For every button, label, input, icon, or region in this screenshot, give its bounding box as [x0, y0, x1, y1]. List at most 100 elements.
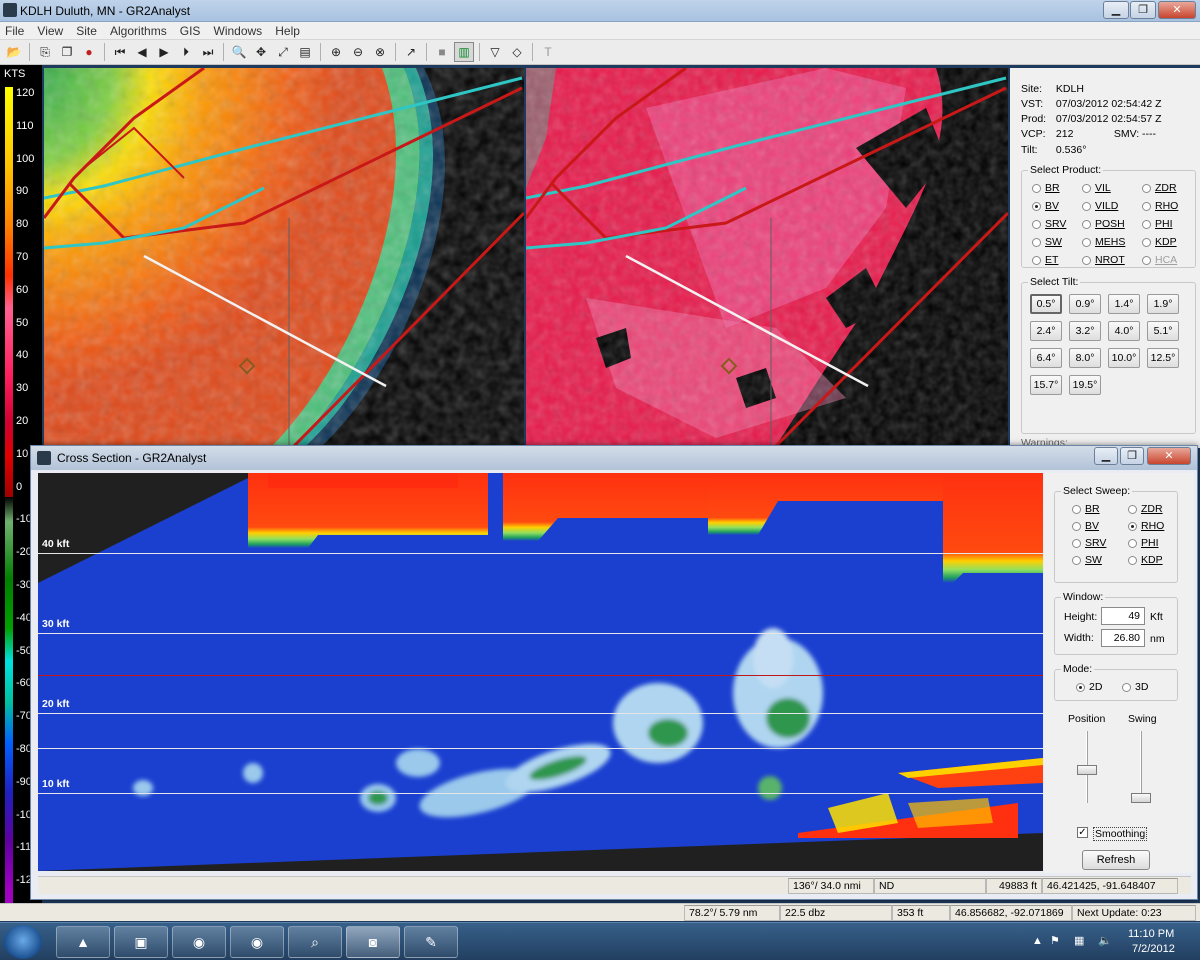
product-radio-phi[interactable]: PHI: [1142, 218, 1173, 230]
first-frame-icon[interactable]: ⏮: [110, 42, 130, 62]
sweep-radio-phi[interactable]: PHI: [1128, 537, 1159, 549]
tray-arrow-icon[interactable]: ▲: [1032, 935, 1043, 947]
cross-section-plot[interactable]: 40 kft 30 kft 20 kft 10 kft: [38, 473, 1043, 871]
radar-view-velocity[interactable]: [44, 68, 524, 446]
sweep-radio-bv[interactable]: BV: [1072, 520, 1099, 532]
tilt-button[interactable]: 3.2°: [1069, 321, 1101, 341]
product-radio-mehs[interactable]: MEHS: [1082, 236, 1125, 248]
mode-3d-radio[interactable]: 3D: [1122, 681, 1148, 693]
minimize-icon[interactable]: ▁: [1103, 1, 1129, 19]
menu-gis[interactable]: GIS: [175, 22, 206, 40]
pan-icon[interactable]: ✥: [251, 42, 271, 62]
zoom-out-icon[interactable]: ⊖: [348, 42, 368, 62]
height-input[interactable]: 49: [1101, 607, 1145, 625]
zoom-icon[interactable]: 🔍: [229, 42, 249, 62]
open-icon[interactable]: 📂: [4, 42, 24, 62]
layers-icon[interactable]: ▤: [295, 42, 315, 62]
refresh-button[interactable]: Refresh: [1082, 850, 1150, 870]
tilt-button[interactable]: 6.4°: [1030, 348, 1062, 368]
menu-algorithms[interactable]: Algorithms: [105, 22, 172, 40]
measure-icon[interactable]: ⤢: [273, 42, 293, 62]
menu-view[interactable]: View: [32, 22, 68, 40]
position-slider-thumb[interactable]: [1077, 765, 1097, 775]
product-radio-nrot[interactable]: NROT: [1082, 254, 1125, 266]
close-icon[interactable]: ✕: [1147, 447, 1191, 465]
flag-icon[interactable]: ⚑: [1050, 934, 1060, 947]
product-radio-srv[interactable]: SRV: [1032, 218, 1066, 230]
play-icon[interactable]: ▶: [154, 42, 174, 62]
tilt-button[interactable]: 1.4°: [1108, 294, 1140, 314]
swing-slider-thumb[interactable]: [1131, 793, 1151, 803]
maximize-icon[interactable]: ❐: [1130, 1, 1156, 19]
sweep-radio-br[interactable]: BR: [1072, 503, 1100, 515]
sweep-radio-rho[interactable]: RHO: [1128, 520, 1164, 532]
smoothing-checkbox[interactable]: ✓: [1077, 827, 1088, 838]
menu-site[interactable]: Site: [71, 22, 102, 40]
sweep-radio-srv[interactable]: SRV: [1072, 537, 1106, 549]
product-radio-bv[interactable]: BV: [1032, 200, 1059, 212]
tilt-button[interactable]: 4.0°: [1108, 321, 1140, 341]
product-radio-vil[interactable]: VIL: [1082, 182, 1111, 194]
sweep-radio-zdr[interactable]: ZDR: [1128, 503, 1163, 515]
zoom-in-icon[interactable]: ⊕: [326, 42, 346, 62]
menu-windows[interactable]: Windows: [209, 22, 268, 40]
sweep-radio-sw[interactable]: SW: [1072, 554, 1102, 566]
product-radio-kdp[interactable]: KDP: [1142, 236, 1177, 248]
next-frame-icon[interactable]: ⏵: [176, 42, 196, 62]
product-radio-sw[interactable]: SW: [1032, 236, 1062, 248]
firefox-icon[interactable]: ◉: [230, 926, 284, 958]
start-button[interactable]: [4, 925, 42, 959]
prev-frame-icon[interactable]: ◀: [132, 42, 152, 62]
product-radio-et[interactable]: ET: [1032, 254, 1058, 266]
width-input[interactable]: 26.80: [1101, 629, 1145, 647]
firefox-icon[interactable]: ◉: [172, 926, 226, 958]
product-radio-br[interactable]: BR: [1032, 182, 1060, 194]
tilt-button[interactable]: 8.0°: [1069, 348, 1101, 368]
paint-icon[interactable]: ✎: [404, 926, 458, 958]
record-icon[interactable]: ●: [79, 42, 99, 62]
zoom-reset-icon[interactable]: ⊗: [370, 42, 390, 62]
tilt-button[interactable]: 0.5°: [1030, 294, 1062, 314]
tilt-button[interactable]: 2.4°: [1030, 321, 1062, 341]
gr2analyst-icon[interactable]: ◙: [346, 926, 400, 958]
product-radio-posh[interactable]: POSH: [1082, 218, 1125, 230]
product-radio-rho[interactable]: RHO: [1142, 200, 1178, 212]
menu-help[interactable]: Help: [270, 22, 305, 40]
product-radio-hca[interactable]: HCA: [1142, 254, 1177, 266]
sweep-radio-kdp[interactable]: KDP: [1128, 554, 1163, 566]
tilt-button[interactable]: 10.0°: [1108, 348, 1140, 368]
tilt-button[interactable]: 19.5°: [1069, 375, 1101, 395]
smoothing-label[interactable]: Smoothing: [1093, 827, 1148, 841]
text-icon[interactable]: T: [538, 42, 558, 62]
app-icon[interactable]: ▲: [56, 926, 110, 958]
explorer-icon[interactable]: ▣: [114, 926, 168, 958]
maximize-icon[interactable]: ❐: [1120, 447, 1144, 465]
tilt-button[interactable]: 1.9°: [1147, 294, 1179, 314]
product-radio-vild[interactable]: VILD: [1082, 200, 1118, 212]
smv-label: SMV:: [1113, 128, 1140, 140]
prod-row: Prod: 07/03/2012 02:54:57 Z: [1021, 113, 1162, 125]
search-icon[interactable]: ⌕: [288, 926, 342, 958]
close-icon[interactable]: ✕: [1158, 1, 1196, 19]
tilt-button[interactable]: 15.7°: [1030, 375, 1062, 395]
copy-icon[interactable]: ⎘: [35, 42, 55, 62]
mode-2d-radio[interactable]: 2D: [1076, 681, 1102, 693]
tilt-button[interactable]: 5.1°: [1147, 321, 1179, 341]
clock-date[interactable]: 7/2/2012: [1132, 943, 1175, 955]
last-frame-icon[interactable]: ⏭: [198, 42, 218, 62]
tilt-button[interactable]: 12.5°: [1147, 348, 1179, 368]
diamond-icon[interactable]: ◇: [507, 42, 527, 62]
paste-icon[interactable]: ❐: [57, 42, 77, 62]
split-icon[interactable]: ▥: [454, 42, 474, 62]
radar-view-correlation[interactable]: [526, 68, 1008, 446]
network-icon[interactable]: ▦: [1074, 934, 1084, 947]
tilt-button[interactable]: 0.9°: [1069, 294, 1101, 314]
volume-icon[interactable]: 🔈: [1098, 934, 1112, 947]
filter-icon[interactable]: ▽: [485, 42, 505, 62]
minimize-icon[interactable]: ▁: [1094, 447, 1118, 465]
clock-time[interactable]: 11:10 PM: [1128, 928, 1174, 940]
product-radio-zdr[interactable]: ZDR: [1142, 182, 1177, 194]
menu-file[interactable]: File: [0, 22, 29, 40]
stop-icon[interactable]: ■: [432, 42, 452, 62]
probe-icon[interactable]: ↗: [401, 42, 421, 62]
